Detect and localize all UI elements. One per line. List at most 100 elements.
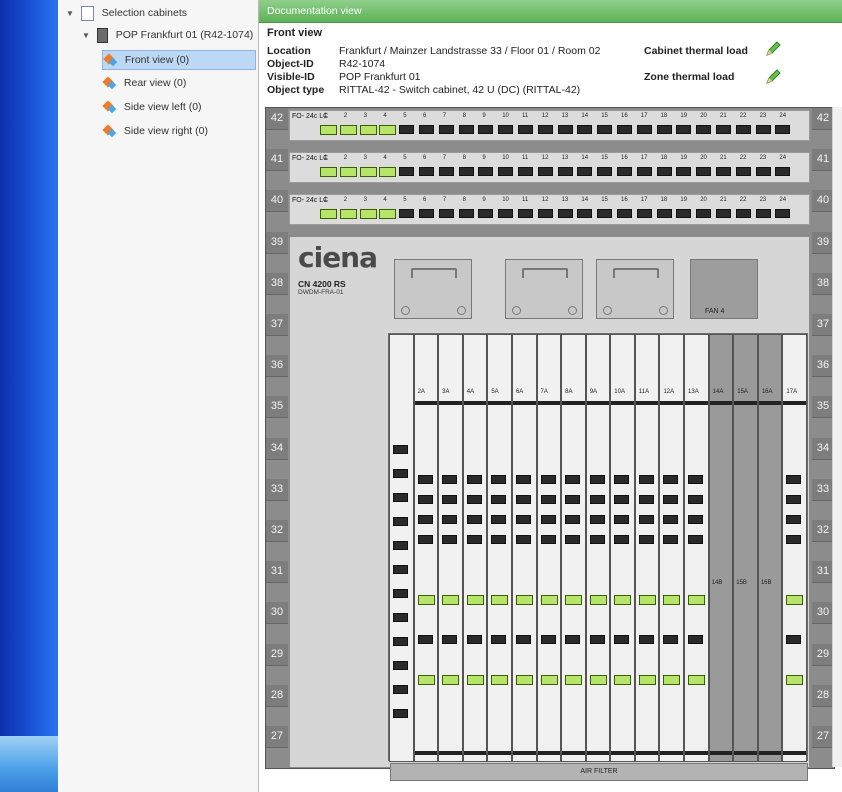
card-port[interactable] <box>786 515 802 524</box>
fiber-port[interactable] <box>537 125 553 134</box>
card-port[interactable] <box>589 495 605 504</box>
fiber-port[interactable] <box>597 125 613 134</box>
rack-front-view[interactable]: 42 41 40 39 38 37 36 35 34 33 32 31 30 29 28 27 42 41 40 3… <box>265 107 835 781</box>
card-port[interactable] <box>466 535 482 544</box>
edit-pencil-icon[interactable] <box>764 40 782 58</box>
card-port[interactable] <box>417 675 435 685</box>
card-port[interactable] <box>515 535 531 544</box>
card-port[interactable] <box>442 475 458 484</box>
fiber-port[interactable] <box>557 209 573 218</box>
card-port[interactable] <box>393 517 408 526</box>
fiber-port[interactable] <box>656 167 672 176</box>
card-port[interactable] <box>638 475 654 484</box>
card-port[interactable] <box>614 675 632 685</box>
card-port[interactable] <box>393 565 408 574</box>
fiber-port[interactable] <box>735 209 751 218</box>
card-port[interactable] <box>393 613 408 622</box>
fiber-port[interactable] <box>577 125 593 134</box>
card-port[interactable] <box>688 475 704 484</box>
line-card[interactable]: 8A <box>561 334 586 762</box>
fiber-port[interactable] <box>458 167 474 176</box>
fiber-port[interactable] <box>617 167 632 176</box>
line-card[interactable]: 12A <box>659 334 685 762</box>
card-cage[interactable]: 2A 3A 4A 5A 6A 7A 8A 9A 10A 11A 12A 13A 14A 15A 16A 17A… <box>388 333 808 762</box>
line-card[interactable]: 11A <box>634 334 660 762</box>
card-port[interactable] <box>393 541 408 550</box>
card-port[interactable] <box>491 675 509 685</box>
fiber-port[interactable] <box>716 125 731 134</box>
card-port[interactable] <box>663 535 679 544</box>
fiber-port[interactable] <box>339 167 357 177</box>
card-port[interactable] <box>663 495 679 504</box>
fiber-port[interactable] <box>676 167 692 176</box>
fiber-port[interactable] <box>379 209 397 219</box>
card-port[interactable] <box>614 535 630 544</box>
card-port[interactable] <box>466 515 482 524</box>
card-port[interactable] <box>540 495 556 504</box>
fiber-port[interactable] <box>518 167 533 176</box>
fiber-port[interactable] <box>359 167 377 177</box>
fiber-port[interactable] <box>339 209 357 219</box>
fiber-port[interactable] <box>735 125 751 134</box>
fiber-port[interactable] <box>636 209 652 218</box>
card-port[interactable] <box>466 635 482 644</box>
card-port[interactable] <box>417 595 435 605</box>
collapse-arrow-icon[interactable]: ▼ <box>66 9 74 18</box>
card-port[interactable] <box>442 515 458 524</box>
line-card[interactable]: 10A <box>610 334 635 762</box>
fiber-port[interactable] <box>636 167 652 176</box>
fiber-port[interactable] <box>458 209 474 218</box>
card-port[interactable] <box>565 535 581 544</box>
fiber-port[interactable] <box>696 167 712 176</box>
line-card[interactable]: 15A <box>733 334 758 762</box>
fiber-port[interactable] <box>498 209 514 218</box>
card-port[interactable] <box>442 535 458 544</box>
fan-module[interactable] <box>505 259 583 319</box>
fiber-port[interactable] <box>775 167 791 176</box>
card-port[interactable] <box>393 445 408 454</box>
card-port[interactable] <box>442 595 460 605</box>
card-port[interactable] <box>688 515 704 524</box>
air-filter[interactable]: AIR FILTER <box>390 763 808 781</box>
fiber-port[interactable] <box>597 209 613 218</box>
fiber-port[interactable] <box>359 209 377 219</box>
control-card[interactable] <box>389 334 414 762</box>
tree-item-rear-view[interactable]: Rear view (0) <box>102 74 186 92</box>
fiber-port[interactable] <box>696 125 712 134</box>
card-port[interactable] <box>786 675 804 685</box>
line-card[interactable]: 4A <box>462 334 488 762</box>
card-port[interactable] <box>491 495 507 504</box>
fiber-port[interactable] <box>557 125 573 134</box>
card-port[interactable] <box>614 515 630 524</box>
card-port[interactable] <box>491 535 507 544</box>
fiber-port[interactable] <box>438 125 454 134</box>
card-port[interactable] <box>393 685 408 694</box>
card-port[interactable] <box>565 595 583 605</box>
card-port[interactable] <box>417 515 433 524</box>
fiber-port[interactable] <box>676 125 692 134</box>
card-port[interactable] <box>786 595 804 605</box>
line-card[interactable]: 14A <box>708 334 734 762</box>
fiber-port[interactable] <box>478 209 494 218</box>
fiber-port[interactable] <box>518 209 533 218</box>
fiber-port[interactable] <box>399 209 415 218</box>
line-card[interactable]: 16A <box>757 334 783 762</box>
card-port[interactable] <box>393 637 408 646</box>
card-port[interactable] <box>614 475 630 484</box>
card-port[interactable] <box>663 475 679 484</box>
card-port[interactable] <box>663 635 679 644</box>
vertical-scrollbar[interactable] <box>832 107 842 767</box>
fiber-port[interactable] <box>320 209 337 219</box>
fiber-port[interactable] <box>577 167 593 176</box>
line-card[interactable]: 5A <box>487 334 512 762</box>
fiber-port[interactable] <box>656 125 672 134</box>
fiber-port[interactable] <box>399 125 415 134</box>
card-port[interactable] <box>565 495 581 504</box>
fiber-port[interactable] <box>537 209 553 218</box>
fiber-port[interactable] <box>755 125 771 134</box>
card-port[interactable] <box>638 535 654 544</box>
tree-node-cabinet[interactable]: ▼ POP Frankfurt 01 (R42-1074) <box>82 26 253 44</box>
fiber-port[interactable] <box>320 167 337 177</box>
fiber-port[interactable] <box>755 209 771 218</box>
card-port[interactable] <box>393 661 408 670</box>
